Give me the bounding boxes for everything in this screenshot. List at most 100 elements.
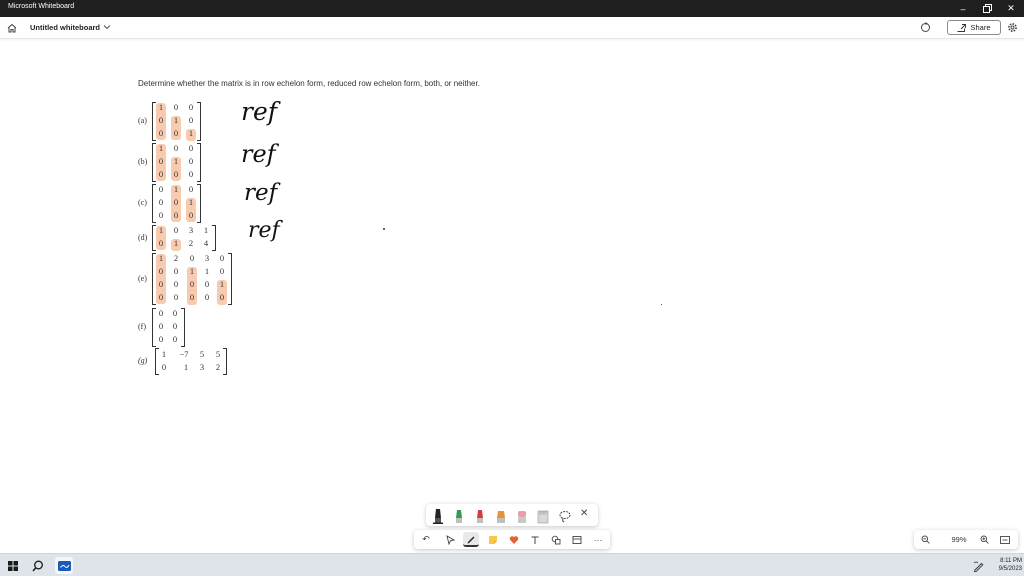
matrix-cell: 0 (158, 238, 164, 248)
zoom-out-icon[interactable] (918, 533, 932, 546)
matrix-cell: 0 (158, 115, 164, 125)
matrix-cell: 0 (158, 156, 164, 166)
matrix-cell: 0 (158, 308, 164, 318)
matrix-cell: 2 (188, 238, 194, 248)
matrix-cell: 5 (199, 349, 205, 359)
part-label-d: (d) (138, 233, 148, 242)
matrix-cell: 1 (219, 279, 225, 289)
matrix-cell: 1 (188, 128, 194, 138)
matrix-cell: 4 (203, 238, 209, 248)
matrix-b: 1 0 0 0 1 0 0 0 0 (152, 143, 201, 182)
matrix-cell: 0 (173, 102, 179, 112)
matrix-cell: 0 (219, 253, 225, 263)
minimize-icon[interactable]: – (952, 0, 974, 17)
whiteboard-app-icon[interactable] (55, 557, 73, 574)
matrix-g: 1 −7 5 5 0 1 3 2 (155, 348, 227, 375)
pen-black-icon[interactable] (431, 507, 445, 524)
handwritten-answer-a: ref (241, 97, 277, 126)
ink-dot (383, 228, 385, 230)
matrix-cell: 0 (173, 225, 179, 235)
matrix-cell: 3 (188, 225, 194, 235)
matrix-cell: 1 (204, 266, 210, 276)
matrix-e: 1 2 0 3 0 0 0 1 1 0 0 0 0 0 1 0 0 0 0 0 (152, 253, 232, 305)
pen-toolbar: ✕ (426, 504, 598, 526)
matrix-cell: 0 (172, 334, 178, 344)
title-bar: Microsoft Whiteboard – ✕ (0, 0, 1024, 17)
handwritten-answer-b: ref (241, 140, 276, 168)
matrix-cell: 3 (199, 362, 205, 372)
matrix-cell: 5 (215, 349, 221, 359)
zoom-level[interactable]: 99% (944, 535, 974, 544)
matrix-cell: 0 (158, 266, 164, 276)
part-label-b: (b) (138, 157, 148, 166)
chevron-down-icon[interactable] (103, 22, 111, 32)
matrix-cell: 1 (161, 349, 167, 359)
share-icon (957, 23, 967, 32)
text-icon[interactable] (527, 532, 543, 547)
matrix-cell: 0 (189, 292, 195, 302)
pen-red-icon[interactable] (473, 507, 487, 524)
matrix-cell: 0 (158, 279, 164, 289)
restore-icon[interactable] (976, 0, 998, 17)
part-label-f: (f) (138, 322, 146, 331)
matrix-a: 1 0 0 0 1 0 0 0 1 (152, 102, 201, 141)
matrix-cell: 0 (158, 292, 164, 302)
settings-icon[interactable] (1007, 22, 1018, 33)
pen-icon[interactable] (463, 532, 479, 547)
taskbar: 8:11 PM 9/5/2023 (0, 553, 1024, 576)
board-title[interactable]: Untitled whiteboard (30, 23, 100, 32)
matrix-c: 0 1 0 0 0 1 0 0 0 (152, 184, 201, 223)
windows-start-icon[interactable] (4, 557, 22, 574)
home-icon[interactable] (6, 22, 18, 34)
matrix-cell: 0 (188, 143, 194, 153)
highlighter-orange-icon[interactable] (494, 507, 508, 524)
pen-green-icon[interactable] (452, 507, 466, 524)
matrix-cell: 0 (173, 292, 179, 302)
matrix-cell: 0 (158, 210, 164, 220)
matrix-cell: 1 (158, 143, 164, 153)
sticky-note-icon[interactable] (485, 532, 501, 547)
matrix-cell: 1 (173, 238, 179, 248)
board-header: Untitled whiteboard Share (0, 17, 1024, 39)
undo-icon[interactable]: ↶ (418, 532, 434, 547)
matrix-cell: −7 (179, 349, 189, 359)
select-icon[interactable] (442, 532, 458, 547)
close-pen-toolbar-icon[interactable]: ✕ (580, 508, 588, 519)
matrix-cell: 0 (173, 279, 179, 289)
share-button[interactable]: Share (947, 20, 1001, 35)
ink-dot (661, 304, 662, 305)
matrix-cell: 0 (188, 102, 194, 112)
zoom-in-icon[interactable] (977, 533, 991, 546)
eraser-pink-icon[interactable] (515, 507, 529, 524)
sync-icon[interactable] (920, 22, 931, 33)
matrix-d: 1 0 3 1 0 1 2 4 (152, 225, 216, 251)
app-title: Microsoft Whiteboard (8, 3, 75, 10)
close-icon[interactable]: ✕ (1000, 0, 1022, 17)
matrix-cell: 0 (173, 266, 179, 276)
search-icon[interactable] (29, 557, 47, 574)
matrix-cell: 0 (173, 197, 179, 207)
share-label: Share (970, 23, 991, 32)
more-icon[interactable]: ··· (590, 532, 606, 547)
reaction-icon[interactable] (506, 532, 522, 547)
system-clock[interactable]: 8:11 PM 9/5/2023 (988, 557, 1022, 573)
clock-date: 9/5/2023 (998, 566, 1022, 572)
matrix-cell: 0 (158, 321, 164, 331)
matrix-cell: 0 (189, 253, 195, 263)
matrix-cell: 1 (188, 197, 194, 207)
matrix-cell: 0 (204, 292, 210, 302)
ruler-icon[interactable] (536, 507, 550, 524)
handwritten-answer-c: ref (244, 180, 278, 206)
template-icon[interactable] (569, 532, 585, 547)
problem-instruction: Determine whether the matrix is in row e… (138, 79, 480, 88)
pen-tray-icon[interactable] (973, 560, 985, 572)
matrix-cell: 3 (204, 253, 210, 263)
matrix-cell: 0 (173, 210, 179, 220)
shapes-icon[interactable] (548, 532, 564, 547)
matrix-cell: 0 (188, 210, 194, 220)
matrix-cell: 0 (158, 197, 164, 207)
matrix-cell: 0 (172, 308, 178, 318)
fit-to-screen-icon[interactable] (998, 533, 1012, 546)
part-label-a: (a) (138, 116, 147, 125)
lasso-icon[interactable] (558, 507, 572, 524)
